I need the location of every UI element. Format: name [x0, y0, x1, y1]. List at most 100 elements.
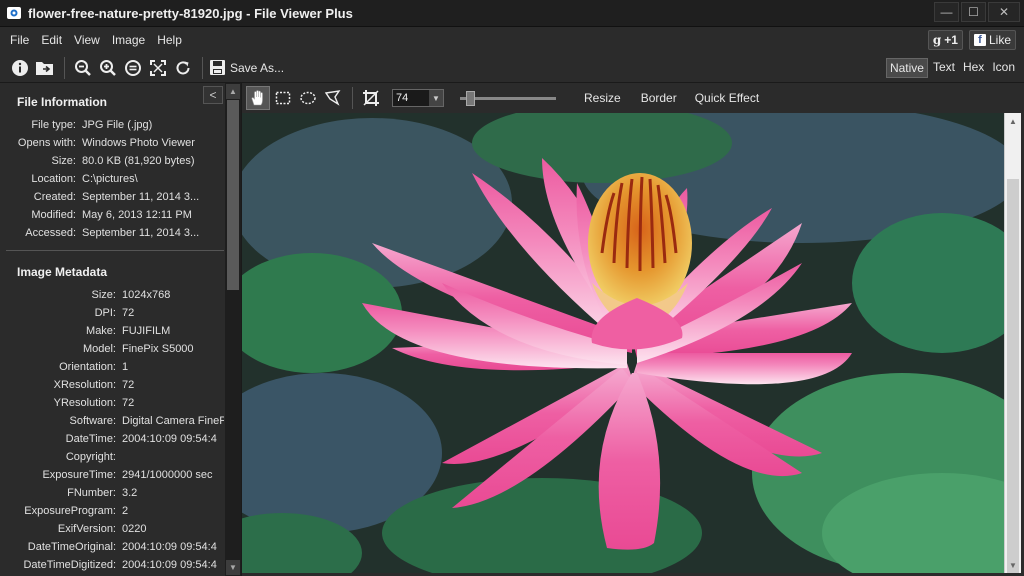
crop-button[interactable]	[359, 86, 383, 110]
metadata-label: Software:	[69, 415, 116, 427]
file-info-row: Created: September 11, 2014 3...	[0, 191, 225, 209]
info-button[interactable]	[8, 56, 32, 80]
metadata-value: Digital Camera FineP	[122, 415, 224, 427]
ellipse-select-button[interactable]	[296, 86, 320, 110]
file-info-label: Created:	[33, 191, 76, 203]
image-toolbar: 74 ▼ Resize Border Quick Effect	[242, 83, 1024, 113]
slider-handle[interactable]	[466, 91, 475, 106]
facebook-icon: f	[973, 34, 986, 46]
open-button[interactable]	[33, 56, 57, 80]
metadata-label: Model:	[82, 343, 116, 355]
close-button[interactable]: ✕	[988, 2, 1020, 22]
file-info-value: May 6, 2013 12:11 PM	[82, 209, 192, 221]
open-folder-icon	[36, 61, 53, 75]
view-mode-tabs: Native Text Hex Icon	[885, 58, 1018, 78]
zoom-in-icon	[100, 59, 116, 76]
metadata-label: DateTimeDigitized:	[23, 559, 116, 571]
tab-text[interactable]: Text	[930, 58, 958, 78]
save-as-label: Save As...	[230, 60, 285, 75]
main-toolbar: Save As... Native Text Hex Icon	[0, 53, 1024, 83]
app-icon	[7, 7, 21, 19]
zoom-select[interactable]: 74 ▼	[392, 89, 444, 107]
metadata-value: FUJIFILM	[122, 325, 171, 337]
metadata-label: ExposureProgram:	[24, 505, 116, 517]
metadata-label: Copyright:	[65, 451, 116, 463]
fit-screen-button[interactable]	[146, 56, 170, 80]
lasso-icon	[324, 90, 341, 106]
gplus-label: +1	[944, 33, 958, 47]
file-info-row: Size: 80.0 KB (81,920 bytes)	[0, 155, 225, 173]
metadata-value: 2004:10:09 09:54:4	[122, 559, 217, 571]
metadata-value: 72	[122, 397, 135, 409]
lotus-flower-image	[242, 113, 1004, 573]
section-divider	[6, 250, 224, 251]
window-title: flower-free-nature-pretty-81920.jpg - Fi…	[28, 5, 353, 21]
facebook-like-button[interactable]: f Like	[968, 30, 1016, 50]
chevron-down-icon[interactable]: ▼	[429, 90, 443, 106]
metadata-label: Make:	[86, 325, 116, 337]
file-info-label: Location:	[31, 173, 76, 185]
file-info-label: Size:	[51, 155, 76, 167]
metadata-value: 2941/1000000 sec	[122, 469, 213, 481]
file-info-label: Opens with:	[17, 137, 76, 149]
file-info-value: C:\pictures\	[82, 173, 138, 185]
metadata-value: 2	[122, 505, 129, 517]
metadata-label: Size:	[91, 289, 116, 301]
actual-size-icon	[125, 59, 141, 76]
menu-edit[interactable]: Edit	[35, 33, 68, 47]
zoom-slider[interactable]	[460, 88, 556, 108]
actual-size-button[interactable]	[121, 56, 145, 80]
menu-view[interactable]: View	[68, 33, 106, 47]
metadata-row: Make: FUJIFILM	[0, 325, 225, 343]
quick-effect-button[interactable]: Quick Effect	[695, 91, 759, 105]
toolbar-separator	[202, 56, 203, 79]
gplus-icon: g	[932, 33, 942, 47]
image-viewer[interactable]	[242, 113, 1004, 573]
image-metadata-title: Image Metadata	[17, 265, 108, 279]
rotate-button[interactable]	[171, 56, 195, 80]
save-as-button[interactable]: Save As...	[209, 59, 284, 76]
menu-image[interactable]: Image	[106, 33, 151, 47]
hand-tool-button[interactable]	[246, 86, 270, 110]
zoom-out-button[interactable]	[71, 56, 95, 80]
tab-hex[interactable]: Hex	[960, 58, 987, 78]
gplus-button[interactable]: g +1	[927, 30, 963, 50]
sidebar-scrollbar[interactable]: ▲ ▼	[225, 83, 241, 576]
metadata-value: 2004:10:09 09:54:4	[122, 433, 217, 445]
scrollbar-thumb[interactable]	[1007, 179, 1019, 573]
resize-button[interactable]: Resize	[584, 91, 621, 105]
window-controls: — ☐ ✕	[934, 2, 1020, 22]
metadata-value: 1024x768	[122, 289, 171, 301]
fit-screen-icon	[150, 59, 166, 76]
collapse-sidebar-button[interactable]: <	[203, 86, 223, 104]
border-button[interactable]: Border	[641, 91, 677, 105]
metadata-row: Orientation: 1	[0, 361, 225, 379]
scroll-up-arrow-icon[interactable]: ▲	[1005, 113, 1021, 129]
scroll-up-arrow-icon[interactable]: ▲	[226, 84, 240, 99]
zoom-in-button[interactable]	[96, 56, 120, 80]
metadata-value: 3.2	[122, 487, 138, 499]
metadata-value	[122, 451, 224, 469]
file-info-label: File type:	[31, 119, 76, 131]
scroll-down-arrow-icon[interactable]: ▼	[226, 560, 240, 575]
scrollbar-thumb[interactable]	[227, 100, 239, 290]
rect-select-button[interactable]	[271, 86, 295, 110]
title-bar: flower-free-nature-pretty-81920.jpg - Fi…	[0, 0, 1024, 27]
like-label: Like	[988, 33, 1011, 47]
file-info-row: Modified: May 6, 2013 12:11 PM	[0, 209, 225, 227]
metadata-row: DPI: 72	[0, 307, 225, 325]
metadata-row: Model: FinePix S5000	[0, 343, 225, 361]
viewer-scrollbar[interactable]: ▲ ▼	[1004, 113, 1021, 573]
tab-icon[interactable]: Icon	[989, 58, 1018, 78]
file-info-value: September 11, 2014 3...	[82, 191, 200, 203]
metadata-row: ExifVersion: 0220	[0, 523, 225, 541]
scroll-down-arrow-icon[interactable]: ▼	[1005, 557, 1021, 573]
menu-file[interactable]: File	[4, 33, 35, 47]
hand-icon	[251, 90, 263, 106]
minimize-button[interactable]: —	[934, 2, 959, 22]
menu-help[interactable]: Help	[151, 33, 188, 47]
maximize-button[interactable]: ☐	[961, 2, 986, 22]
metadata-label: ExifVersion:	[57, 523, 116, 535]
tab-native[interactable]: Native	[885, 58, 928, 78]
lasso-select-button[interactable]	[321, 86, 345, 110]
